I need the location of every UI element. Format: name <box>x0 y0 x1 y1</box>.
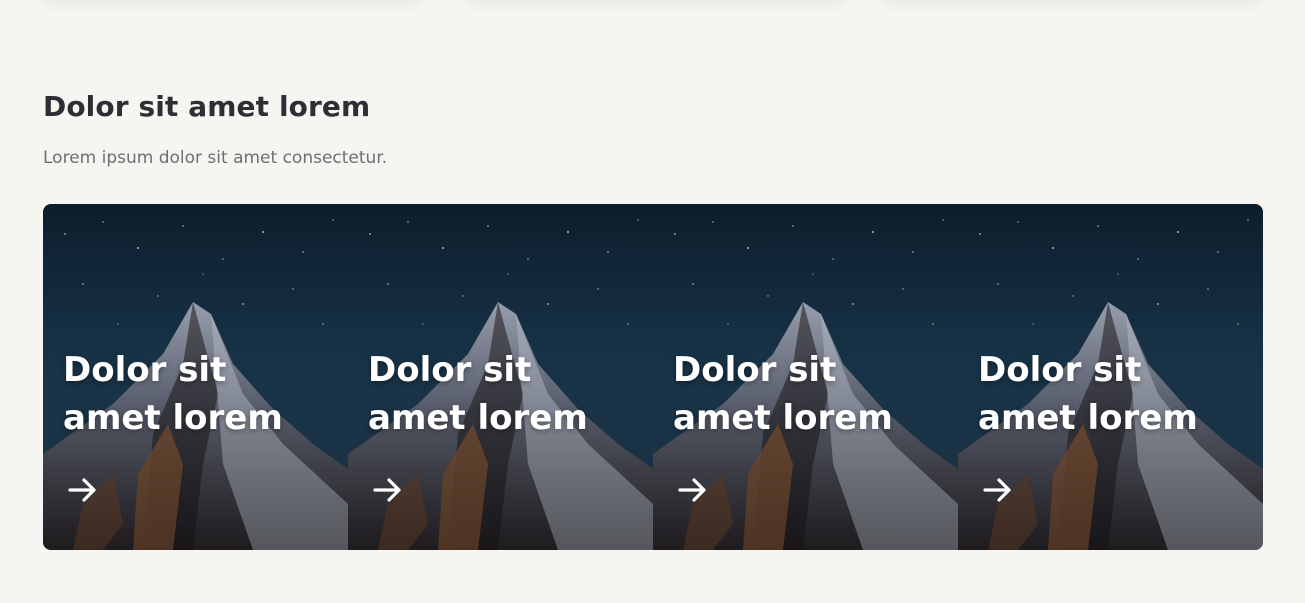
card-title: Dolor sit amet lorem <box>63 350 283 438</box>
card-grid: Dolor sit amet lorem Dolor sit amet lore… <box>43 204 1263 550</box>
card-title: Dolor sit amet lorem <box>978 350 1198 438</box>
mountain-card[interactable]: Dolor sit amet lorem <box>43 204 348 550</box>
mountain-card[interactable]: Dolor sit amet lorem <box>958 204 1263 550</box>
arrow-right-icon[interactable] <box>372 476 404 504</box>
arrow-right-icon[interactable] <box>677 476 709 504</box>
card-title: Dolor sit amet lorem <box>368 350 588 438</box>
mountain-card[interactable]: Dolor sit amet lorem <box>653 204 958 550</box>
arrow-right-icon[interactable] <box>982 476 1014 504</box>
mountain-card[interactable]: Dolor sit amet lorem <box>348 204 653 550</box>
card-title: Dolor sit amet lorem <box>673 350 893 438</box>
section-subtitle: Lorem ipsum dolor sit amet consectetur. <box>43 148 388 168</box>
section-title: Dolor sit amet lorem <box>43 90 371 123</box>
arrow-right-icon[interactable] <box>67 476 99 504</box>
